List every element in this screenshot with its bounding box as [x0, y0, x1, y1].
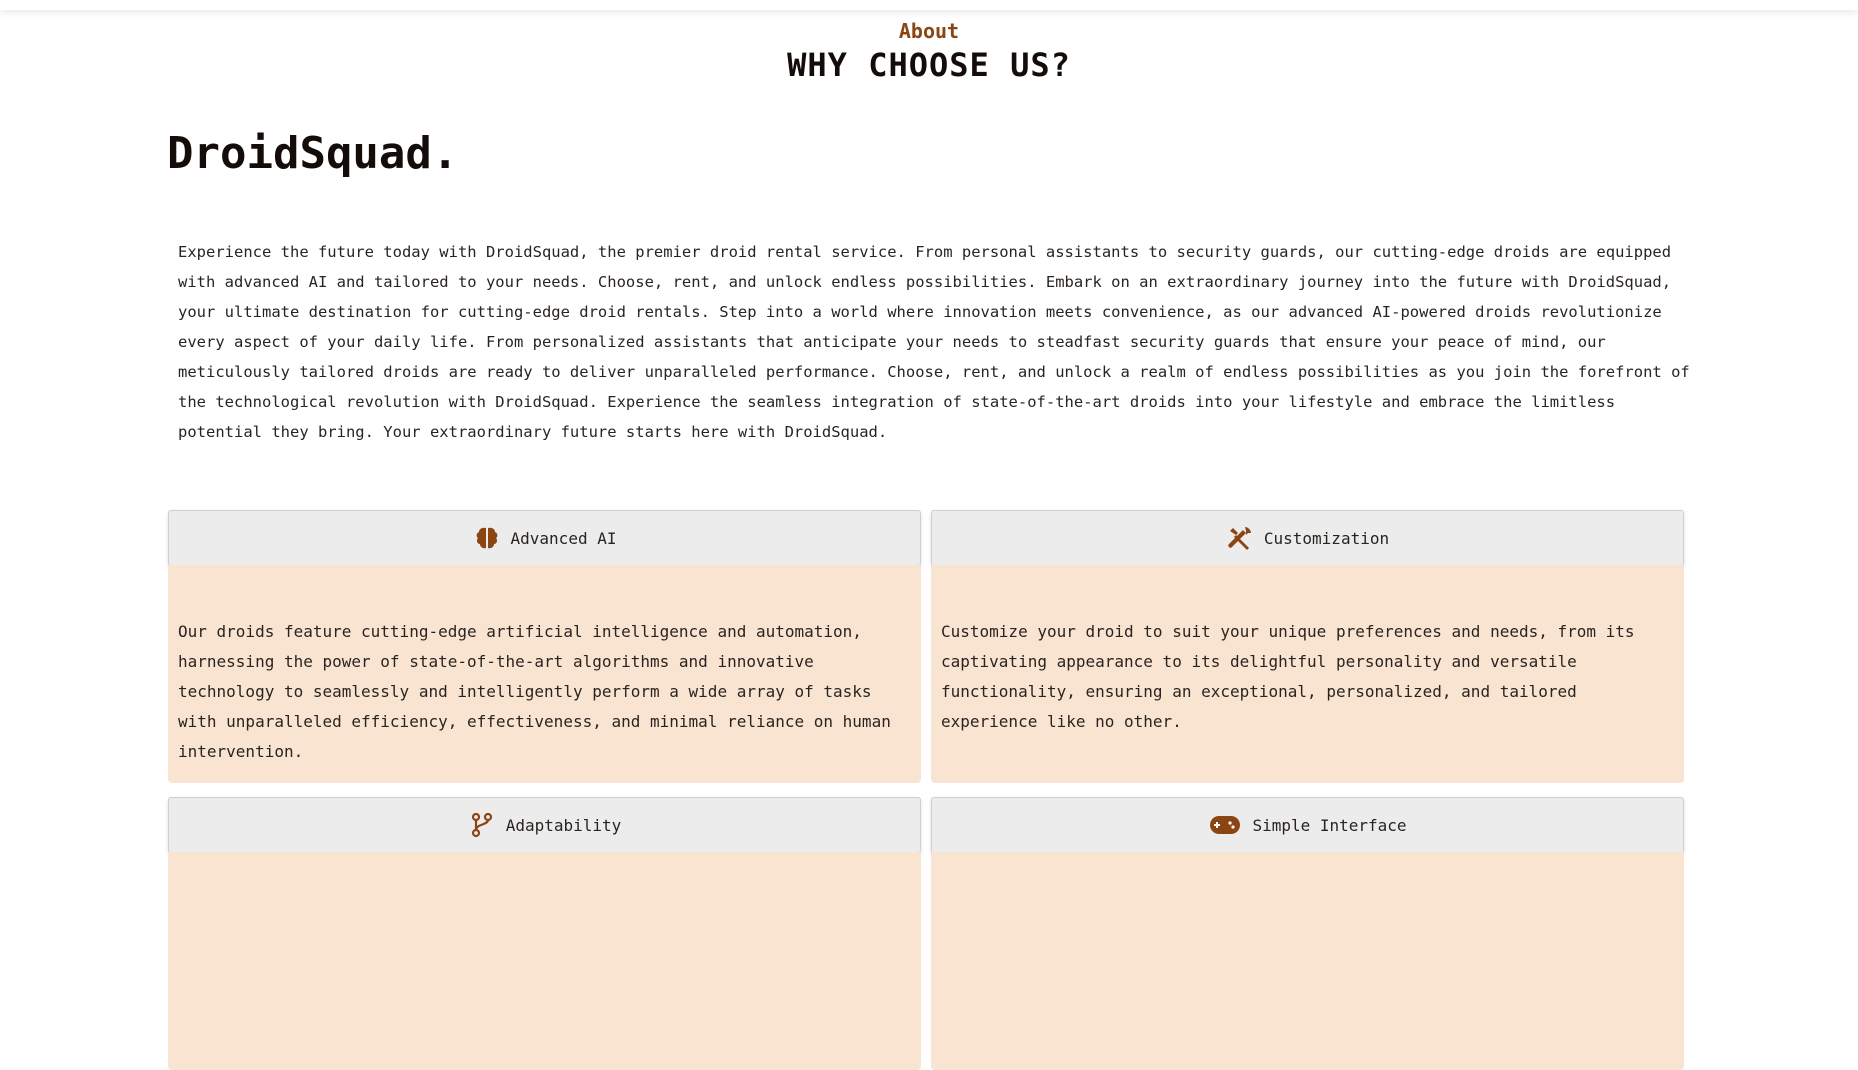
top-bar-shadow	[0, 0, 1858, 10]
feature-header-customization[interactable]: Customization	[931, 510, 1684, 566]
feature-card-customization: Customization Customize your droid to su…	[931, 510, 1684, 783]
intro-paragraph: Experience the future today with DroidSq…	[178, 243, 1690, 441]
feature-body: Customize your droid to suit your unique…	[931, 565, 1684, 783]
feature-card-advanced-ai: Advanced AI Our droids feature cutting-e…	[168, 510, 921, 783]
brain-icon	[473, 524, 501, 552]
feature-title: Customization	[1263, 528, 1390, 548]
section-title: WHY CHOOSE US?	[787, 46, 1071, 84]
gamepad-icon	[1208, 811, 1242, 839]
feature-title: Simple Interface	[1252, 815, 1407, 835]
feature-body	[168, 852, 921, 1070]
tools-icon	[1226, 524, 1254, 552]
feature-title: Advanced AI	[510, 528, 617, 548]
feature-text: Our droids feature cutting-edge artifici…	[178, 622, 891, 761]
feature-card-simple-interface: Simple Interface	[931, 797, 1684, 1070]
feature-title: Adaptability	[505, 815, 622, 835]
brand-heading: DroidSquad.	[167, 128, 459, 179]
section-eyebrow: About	[898, 19, 960, 43]
feature-text: Customize your droid to suit your unique…	[941, 622, 1635, 731]
feature-card-adaptability: Adaptability	[168, 797, 921, 1070]
feature-body: Our droids feature cutting-edge artifici…	[168, 565, 921, 783]
code-branch-icon	[468, 811, 496, 839]
feature-header-advanced-ai[interactable]: Advanced AI	[168, 510, 921, 566]
feature-header-adaptability[interactable]: Adaptability	[168, 797, 921, 853]
feature-body	[931, 852, 1684, 1070]
feature-header-simple-interface[interactable]: Simple Interface	[931, 797, 1684, 853]
